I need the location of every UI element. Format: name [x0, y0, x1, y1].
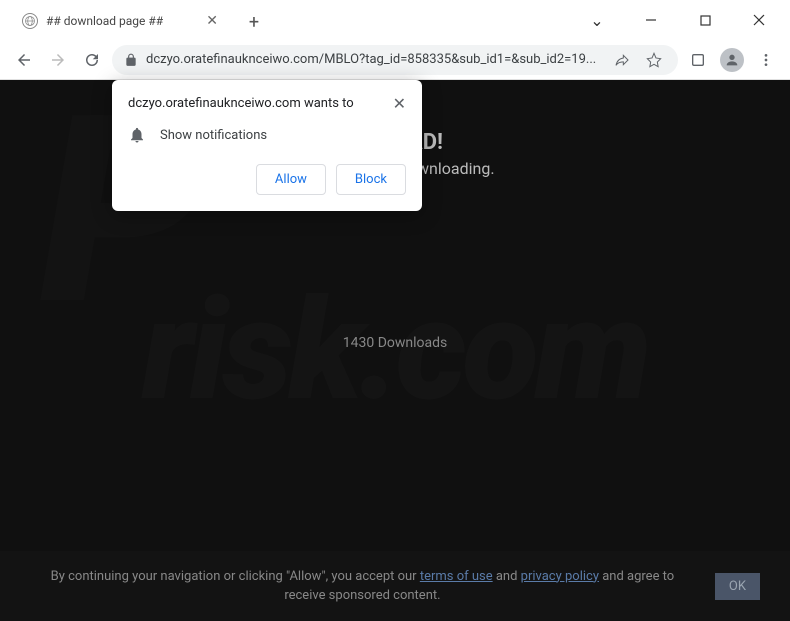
minimize-button[interactable]	[628, 4, 674, 36]
bell-icon	[128, 126, 146, 144]
share-button[interactable]	[610, 52, 634, 68]
chevron-down-icon: ⌄	[590, 11, 603, 30]
block-button[interactable]: Block	[336, 164, 406, 195]
address-bar[interactable]: dczyo.oratefinauknceiwo.com/MBLO?tag_id=…	[112, 45, 678, 75]
browser-tab[interactable]: ## download page ## ✕	[12, 4, 232, 38]
url-text: dczyo.oratefinauknceiwo.com/MBLO?tag_id=…	[146, 52, 602, 67]
maximize-icon	[700, 15, 711, 26]
kebab-icon	[758, 52, 774, 68]
globe-icon	[22, 13, 38, 29]
menu-button[interactable]	[752, 46, 780, 74]
cookie-ok-button[interactable]: OK	[715, 573, 760, 600]
privacy-link[interactable]: privacy policy	[521, 569, 599, 584]
arrow-left-icon	[15, 51, 33, 69]
forward-button[interactable]	[44, 46, 72, 74]
tab-close-button[interactable]: ✕	[202, 11, 222, 31]
lock-icon	[124, 53, 138, 67]
back-button[interactable]	[10, 46, 38, 74]
extensions-button[interactable]	[684, 46, 712, 74]
profile-button[interactable]	[718, 46, 746, 74]
close-icon	[753, 14, 765, 26]
notification-prompt: dczyo.oratefinauknceiwo.com wants to ✕ S…	[112, 80, 422, 211]
minimize-icon	[645, 14, 657, 26]
extensions-icon	[690, 52, 706, 68]
prompt-close-button[interactable]: ✕	[393, 96, 406, 112]
dropdown-button[interactable]: ⌄	[574, 4, 620, 36]
terms-link[interactable]: terms of use	[420, 569, 493, 584]
avatar-icon	[720, 48, 744, 72]
downloads-count: 1430 Downloads	[343, 335, 448, 351]
bookmark-button[interactable]	[642, 52, 666, 68]
reload-button[interactable]	[78, 46, 106, 74]
close-window-button[interactable]	[736, 4, 782, 36]
cookie-bar: By continuing your navigation or clickin…	[0, 551, 790, 621]
maximize-button[interactable]	[682, 4, 728, 36]
prompt-permission-label: Show notifications	[160, 128, 267, 143]
cookie-text: By continuing your navigation or clickin…	[30, 567, 695, 606]
prompt-origin: dczyo.oratefinauknceiwo.com wants to	[128, 96, 354, 111]
tab-title: ## download page ##	[46, 14, 194, 28]
star-icon	[646, 52, 662, 68]
arrow-right-icon	[49, 51, 67, 69]
allow-button[interactable]: Allow	[256, 164, 326, 195]
reload-icon	[83, 51, 101, 69]
share-icon	[614, 52, 630, 68]
new-tab-button[interactable]: +	[240, 8, 268, 36]
browser-toolbar: dczyo.oratefinauknceiwo.com/MBLO?tag_id=…	[0, 40, 790, 80]
